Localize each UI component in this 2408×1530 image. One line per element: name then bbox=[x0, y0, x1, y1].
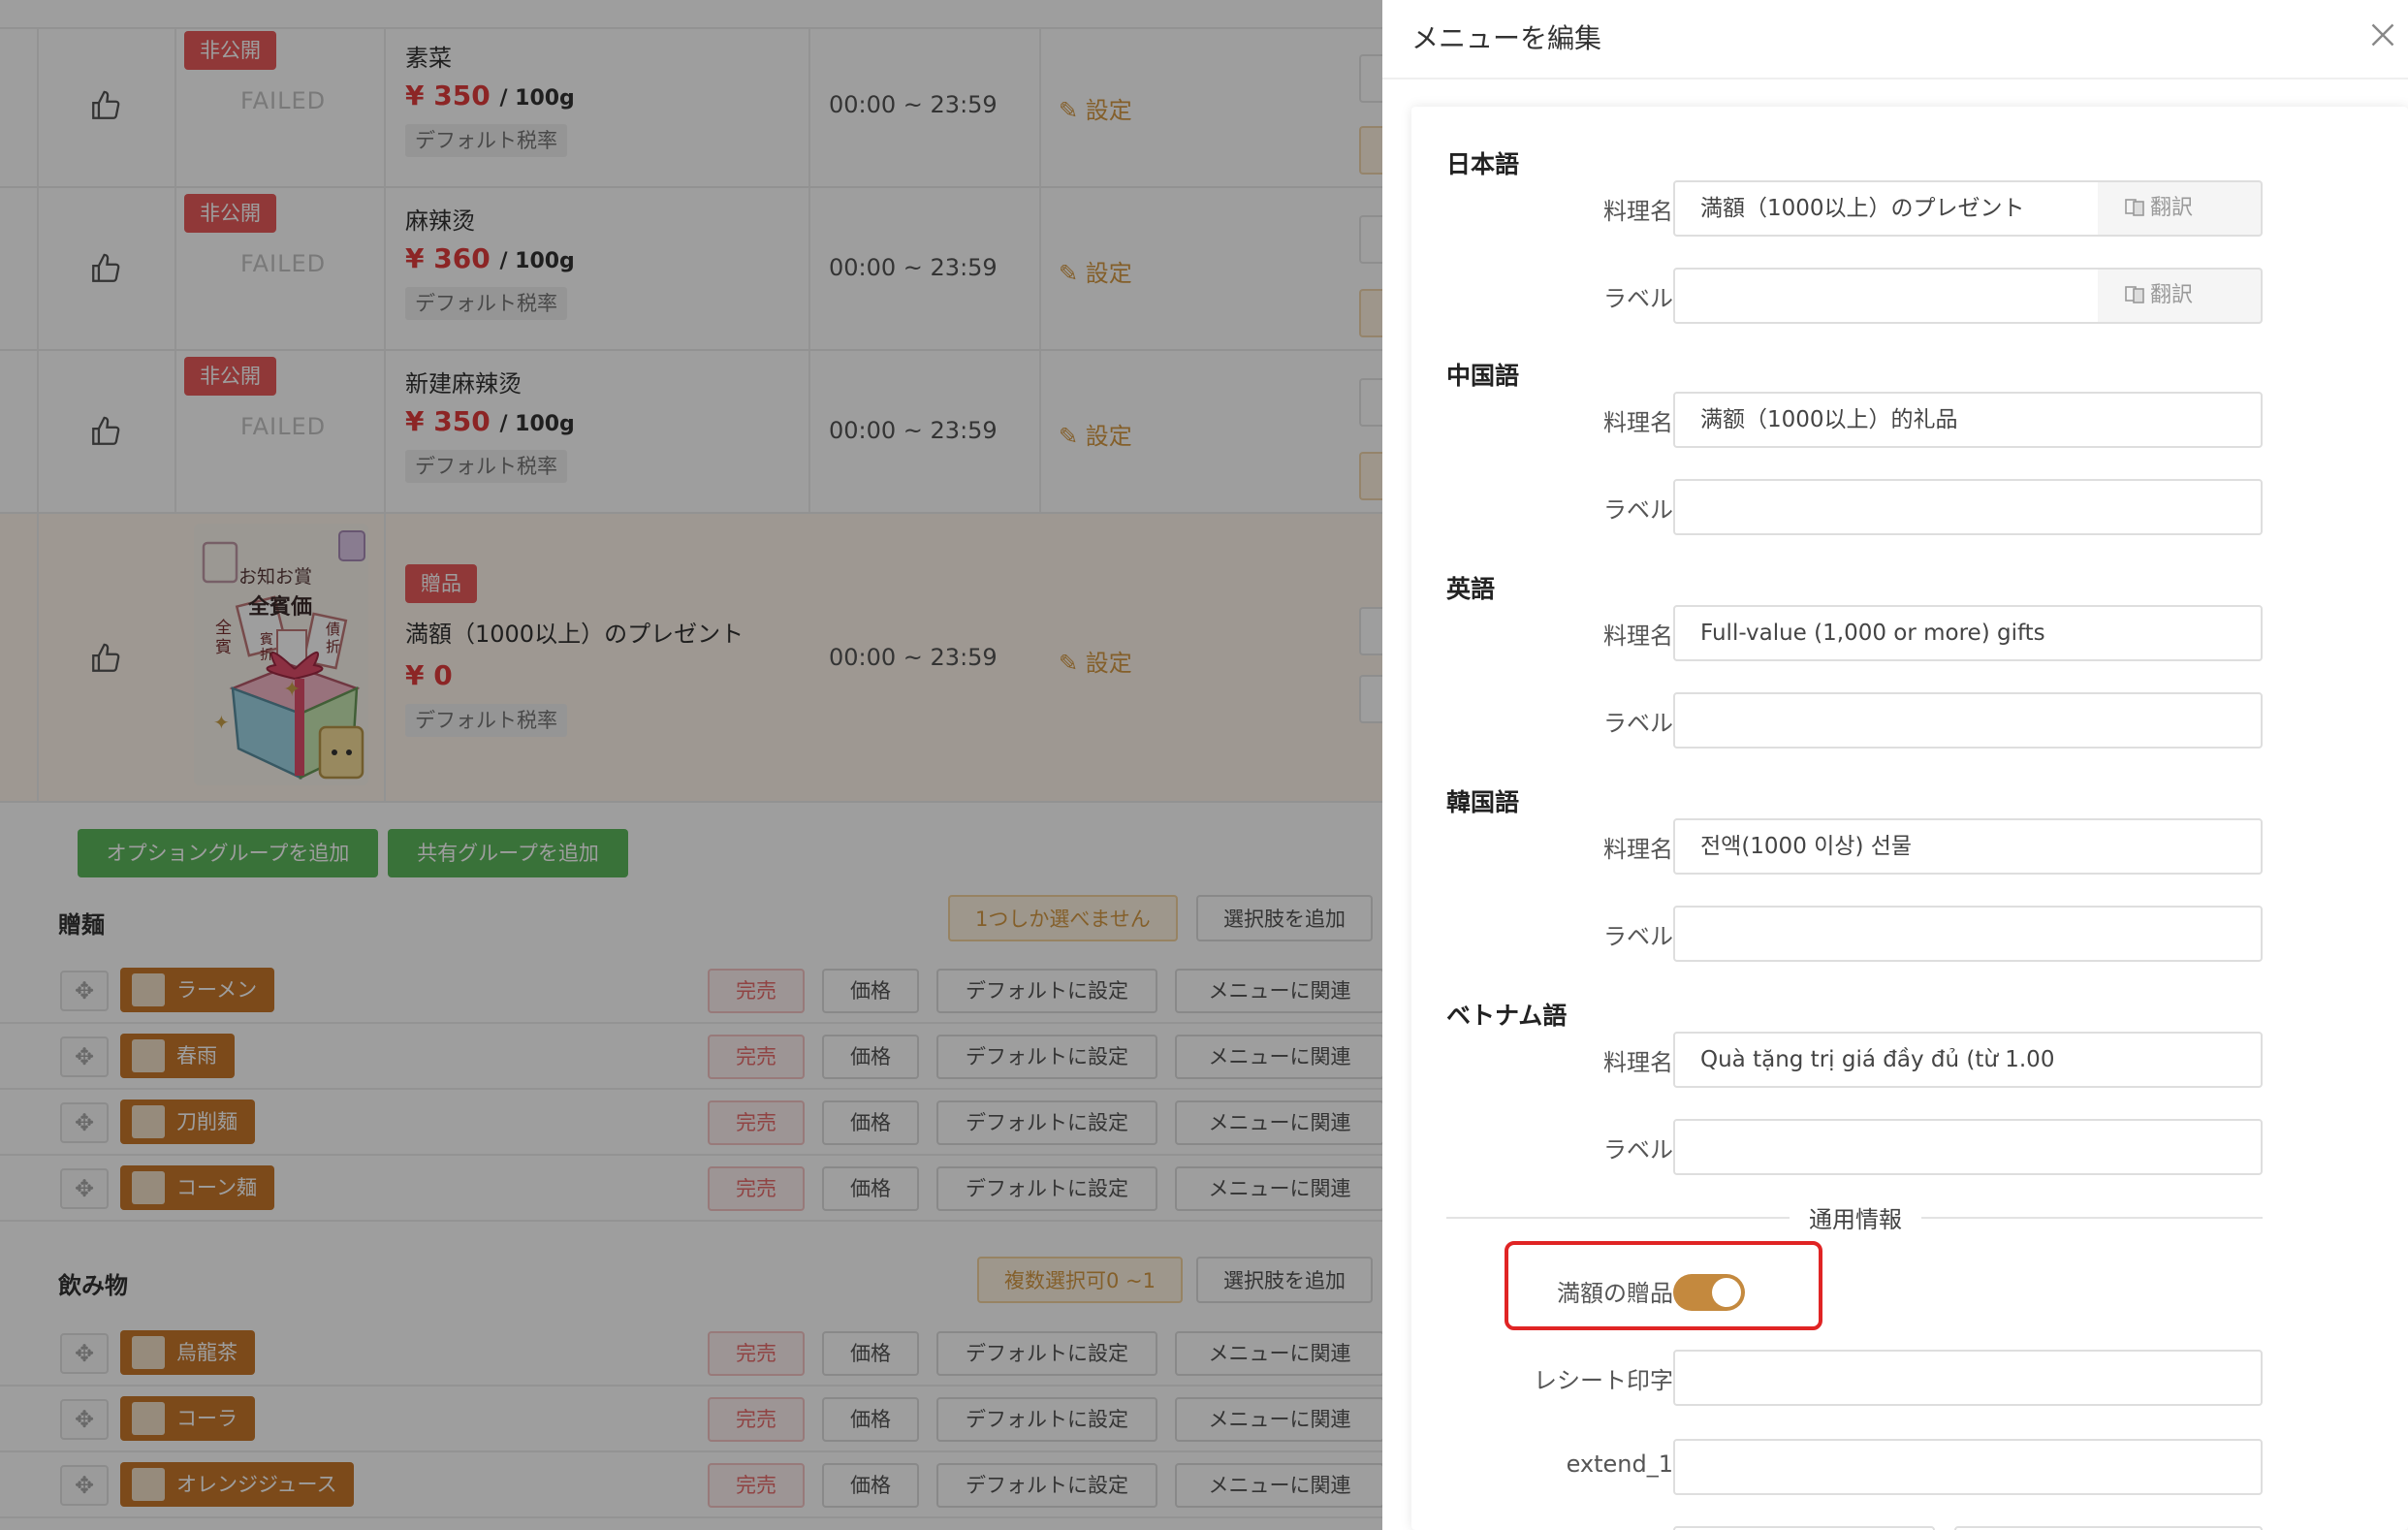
translate-button[interactable]: 翻訳 bbox=[2098, 180, 2263, 237]
close-icon[interactable] bbox=[2365, 17, 2400, 52]
drawer-title: メニューを編集 bbox=[1411, 22, 1602, 54]
receipt-label: レシート印字 bbox=[1534, 1367, 1673, 1394]
field-label: 料理名 bbox=[1603, 622, 1673, 650]
label-input-vi[interactable] bbox=[1673, 1119, 2263, 1175]
field-label: ラベル bbox=[1603, 1136, 1673, 1163]
label-input-ko[interactable] bbox=[1673, 906, 2263, 962]
edit-menu-drawer: メニューを編集 日本語 料理名 満額（1000以上）のプレゼント 翻訳 ラベル … bbox=[1382, 0, 2408, 1530]
label-input-ja[interactable] bbox=[1673, 268, 2100, 324]
field-label: ラベル bbox=[1603, 710, 1673, 737]
drawer-form: 日本語 料理名 満額（1000以上）のプレゼント 翻訳 ラベル 翻訳 中国語 料… bbox=[1411, 107, 2408, 1530]
field-label: 料理名 bbox=[1603, 409, 1673, 436]
translate-icon bbox=[2125, 199, 2144, 216]
translate-button[interactable]: 翻訳 bbox=[2098, 268, 2263, 324]
language-title-en: 英語 bbox=[1446, 575, 1496, 603]
language-title-vi: ベトナム語 bbox=[1446, 1002, 1568, 1030]
extra-input[interactable] bbox=[1954, 1526, 2263, 1530]
common-info-title: 通用情報 bbox=[1790, 1200, 1921, 1234]
gift-toggle-switch[interactable] bbox=[1673, 1274, 1745, 1311]
extend-input[interactable] bbox=[1673, 1439, 2263, 1495]
field-label: 料理名 bbox=[1603, 198, 1673, 225]
field-label: ラベル bbox=[1603, 285, 1673, 312]
language-title-ko: 韓国語 bbox=[1446, 788, 1520, 816]
extend-label: extend_1 bbox=[1566, 1450, 1673, 1478]
label-input-en[interactable] bbox=[1673, 692, 2263, 749]
modal-overlay[interactable] bbox=[0, 0, 1382, 1530]
drawer-header: メニューを編集 bbox=[1382, 0, 2408, 80]
field-label: 料理名 bbox=[1603, 1049, 1673, 1076]
field-label: ラベル bbox=[1603, 496, 1673, 524]
dish-name-input-ja[interactable]: 満額（1000以上）のプレゼント bbox=[1673, 180, 2100, 237]
extra-input[interactable] bbox=[1673, 1526, 1935, 1530]
dish-name-input-zh[interactable]: 满额（1000以上）的礼品 bbox=[1673, 392, 2263, 448]
language-title-ja: 日本語 bbox=[1446, 150, 1520, 178]
language-title-zh: 中国語 bbox=[1446, 362, 1520, 390]
translate-label: 翻訳 bbox=[2150, 283, 2194, 307]
translate-label: 翻訳 bbox=[2150, 196, 2194, 220]
receipt-input[interactable] bbox=[1673, 1350, 2263, 1406]
translate-icon bbox=[2125, 286, 2144, 303]
dish-name-input-ko[interactable]: 전액(1000 이상) 선물 bbox=[1673, 818, 2263, 875]
dish-name-input-vi[interactable]: Quà tặng trị giá đầy đủ (từ 1.00 bbox=[1673, 1032, 2263, 1088]
gift-toggle-label: 満額の贈品 bbox=[1557, 1280, 1673, 1307]
label-input-zh[interactable] bbox=[1673, 479, 2263, 535]
toggle-knob bbox=[1712, 1278, 1741, 1307]
field-label: 料理名 bbox=[1603, 836, 1673, 863]
dish-name-input-en[interactable]: Full-value (1,000 or more) gifts bbox=[1673, 605, 2263, 661]
field-label: ラベル bbox=[1603, 923, 1673, 950]
